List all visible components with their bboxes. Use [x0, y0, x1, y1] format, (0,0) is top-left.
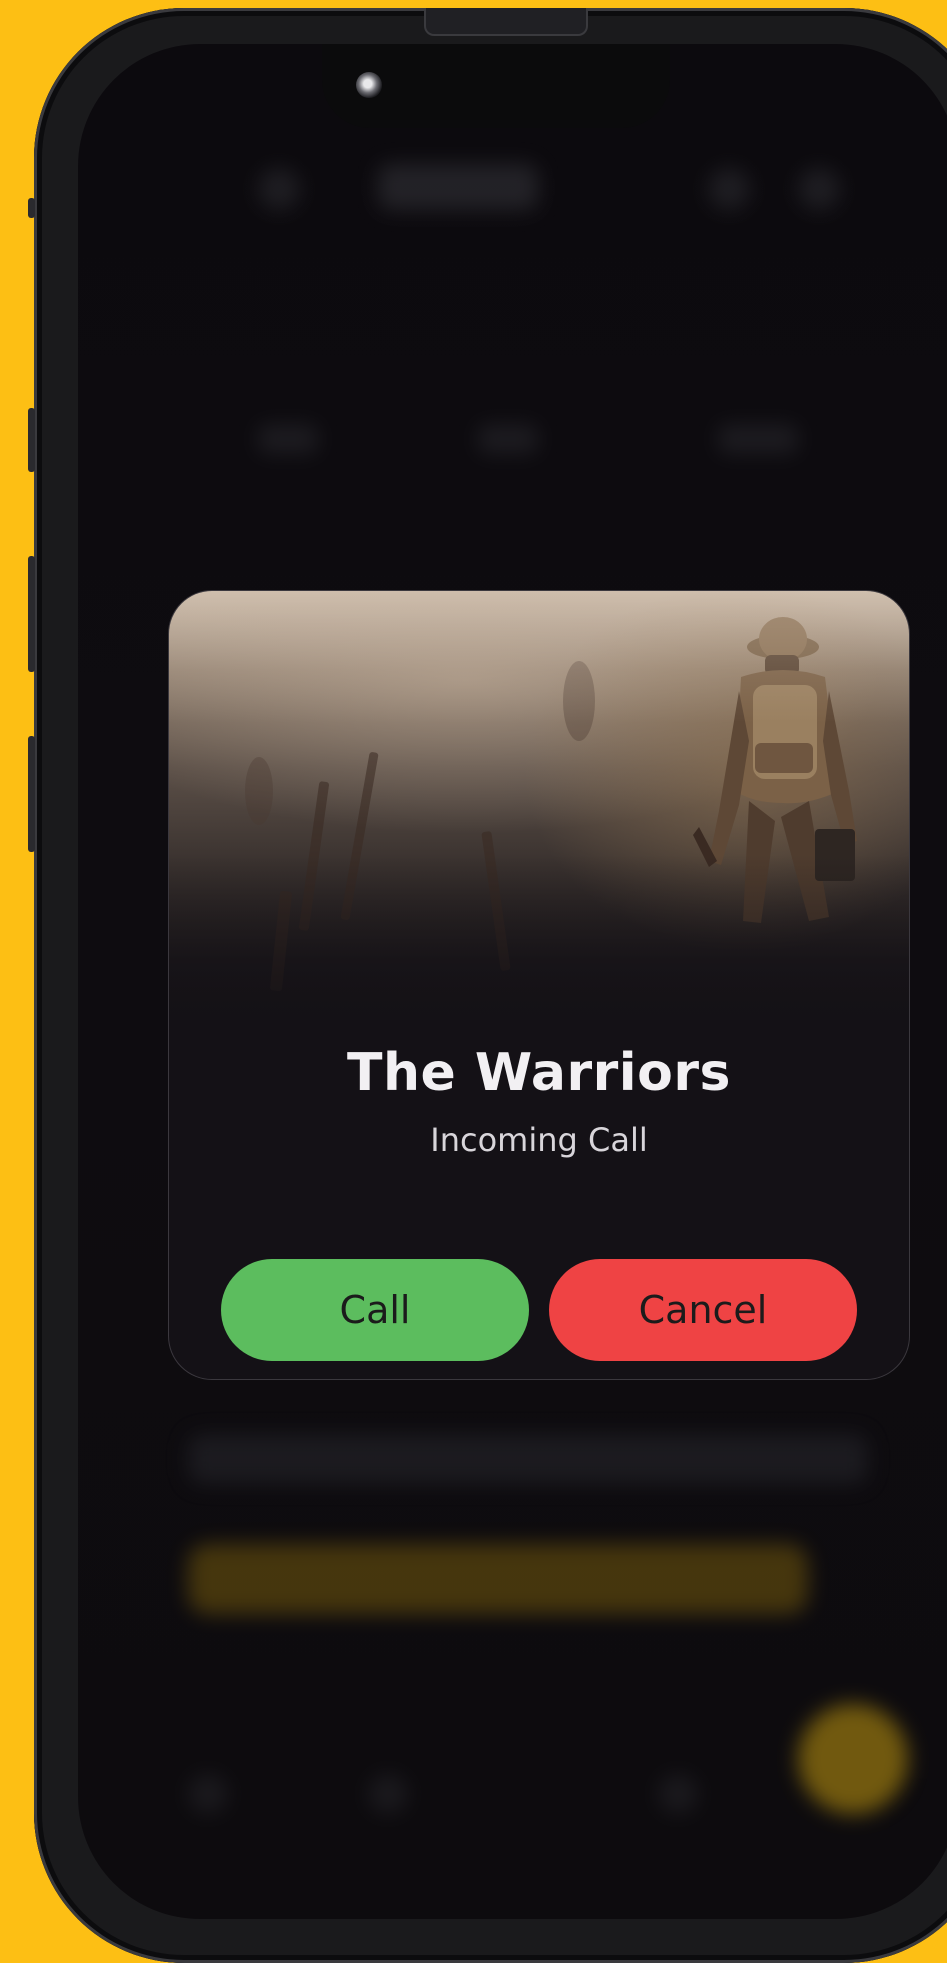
- blurred-fab: [798, 1704, 908, 1814]
- cover-photo: [169, 591, 909, 1031]
- call-button[interactable]: Call: [221, 1259, 529, 1361]
- blurred-back-icon: [258, 168, 300, 210]
- blurred-row: [188, 1434, 868, 1484]
- incoming-call-dialog: The Warriors Incoming Call Call Cancel: [168, 590, 910, 1380]
- side-button: [28, 736, 35, 852]
- cancel-button-label: Cancel: [638, 1288, 768, 1332]
- speaker-grille: [424, 8, 588, 36]
- blurred-menu-icon: [798, 168, 840, 210]
- volume-up-button: [28, 408, 35, 472]
- blurred-nav-icon: [368, 1774, 408, 1814]
- blurred-header-title: [378, 164, 538, 210]
- blurred-nav-icon: [658, 1774, 698, 1814]
- phone-screen: The Warriors Incoming Call Call Cancel: [78, 44, 947, 1919]
- call-status: Incoming Call: [430, 1121, 648, 1159]
- notch: [322, 44, 670, 128]
- volume-down-button: [28, 556, 35, 672]
- blurred-nav-icon: [188, 1774, 228, 1814]
- call-button-label: Call: [339, 1288, 411, 1332]
- side-switch: [28, 198, 35, 218]
- photo-gradient-overlay: [169, 591, 909, 1031]
- cancel-button[interactable]: Cancel: [549, 1259, 857, 1361]
- blurred-stat: [478, 424, 538, 454]
- caller-name: The Warriors: [347, 1043, 731, 1103]
- camera-icon: [356, 72, 382, 98]
- blurred-stat: [258, 424, 318, 454]
- blurred-stat: [718, 424, 798, 454]
- phone-frame: The Warriors Incoming Call Call Cancel: [28, 8, 947, 1963]
- blurred-share-icon: [708, 168, 750, 210]
- blurred-yellow-bar: [188, 1544, 808, 1614]
